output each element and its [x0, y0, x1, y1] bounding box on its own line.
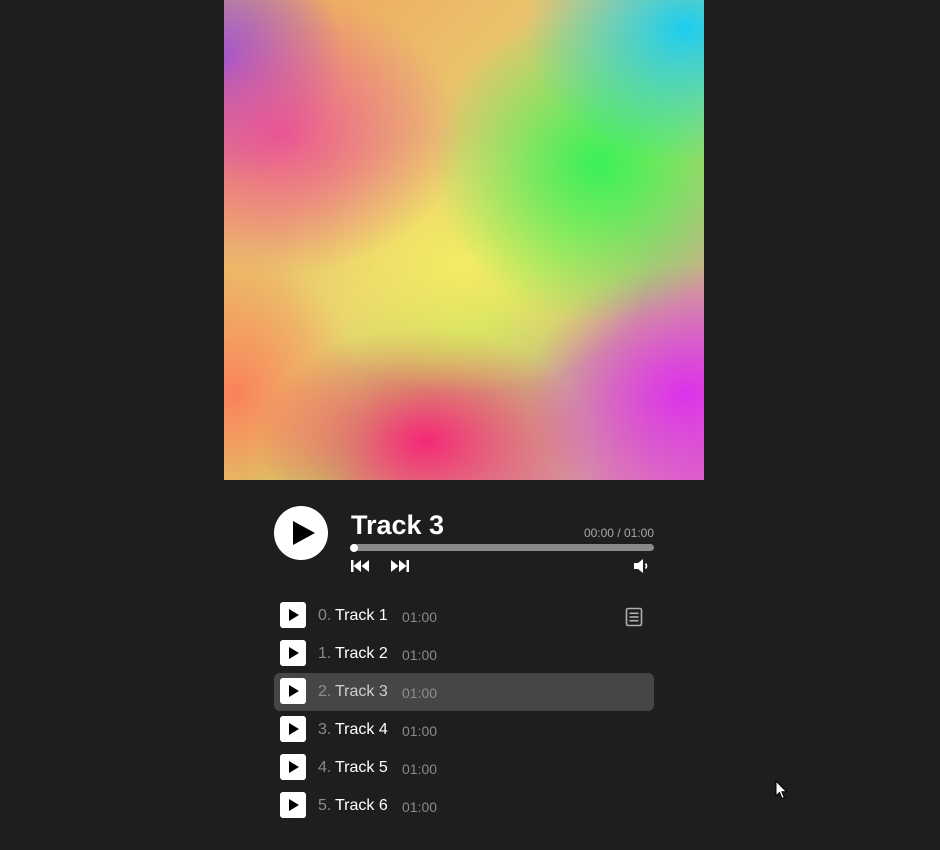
- play-icon: [289, 609, 299, 621]
- track-duration: 01:00: [402, 685, 438, 701]
- track-title: Track 3: [335, 683, 388, 700]
- skip-next-icon: [391, 560, 409, 572]
- album-cover-art: [224, 0, 704, 480]
- playlist-row-0[interactable]: 0. Track 1 01:00: [274, 597, 654, 635]
- row-play-button[interactable]: [280, 640, 306, 666]
- track-index: 1.: [318, 645, 332, 662]
- track-duration: 01:00: [402, 647, 438, 663]
- row-play-button[interactable]: [280, 716, 306, 742]
- track-index: 2.: [318, 683, 332, 700]
- track-duration: 01:00: [402, 723, 438, 739]
- play-icon: [289, 761, 299, 773]
- volume-button[interactable]: [632, 557, 654, 575]
- play-icon: [289, 723, 299, 735]
- progress-handle[interactable]: [350, 543, 358, 552]
- play-icon: [289, 685, 299, 697]
- playlist-row-5[interactable]: 5. Track 6 01:00: [274, 787, 654, 825]
- music-player-page: Track 3 00:00 / 01:00 0. Track 1 01:00 1…: [0, 0, 940, 850]
- track-index: 5.: [318, 797, 332, 814]
- play-icon: [289, 647, 299, 659]
- track-index: 4.: [318, 759, 332, 776]
- track-duration: 01:00: [402, 609, 438, 625]
- track-title: Track 4: [335, 721, 388, 738]
- track-title: Track 1: [335, 607, 388, 624]
- lyrics-document-icon[interactable]: [624, 607, 644, 627]
- playlist-row-4[interactable]: 4. Track 5 01:00: [274, 749, 654, 787]
- playlist-row-1[interactable]: 1. Track 2 01:00: [274, 635, 654, 673]
- play-icon: [289, 799, 299, 811]
- skip-previous-icon: [351, 560, 369, 572]
- mouse-pointer-icon: [775, 780, 788, 800]
- main-play-button[interactable]: [274, 506, 328, 560]
- track-duration: 01:00: [402, 799, 438, 815]
- row-play-button[interactable]: [280, 678, 306, 704]
- row-play-button[interactable]: [280, 754, 306, 780]
- volume-icon: [634, 559, 648, 573]
- previous-track-button[interactable]: [350, 557, 372, 575]
- row-play-button[interactable]: [280, 792, 306, 818]
- progress-bar[interactable]: [350, 543, 654, 552]
- now-playing-title: Track 3: [351, 510, 445, 540]
- track-index: 0.: [318, 607, 332, 624]
- time-readout: 00:00 / 01:00: [583, 526, 654, 540]
- playlist-row-2[interactable]: 2. Track 3 01:00: [274, 673, 654, 711]
- playlist-row-3[interactable]: 3. Track 4 01:00: [274, 711, 654, 749]
- track-duration: 01:00: [402, 761, 438, 777]
- play-icon: [293, 521, 315, 545]
- playlist: 0. Track 1 01:00 1. Track 2 01:00 2. Tra…: [274, 597, 654, 825]
- track-title: Track 2: [335, 645, 388, 662]
- track-index: 3.: [318, 721, 332, 738]
- track-title: Track 5: [335, 759, 388, 776]
- row-play-button[interactable]: [280, 602, 306, 628]
- next-track-button[interactable]: [389, 557, 411, 575]
- track-title: Track 6: [335, 797, 388, 814]
